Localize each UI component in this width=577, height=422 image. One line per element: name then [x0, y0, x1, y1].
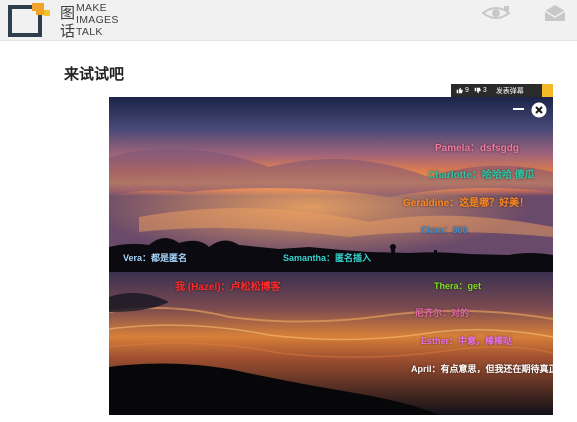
logo-line-make: MAKE: [76, 2, 107, 14]
logo-glyph-tu: 图: [60, 4, 75, 22]
danmaku-esther: Esther：中意，棒棒哒: [421, 336, 513, 346]
page-title: 来试试吧: [64, 66, 125, 83]
eye-icon[interactable]: [481, 3, 511, 23]
site-header: 图 话 MAKE IMAGES TALK: [0, 0, 577, 41]
danmaku-vera: Vera：都是匿名: [123, 253, 188, 263]
thumbs-up-icon: [456, 87, 463, 94]
minimize-button[interactable]: [513, 108, 524, 110]
danmaku-pamela: Pamela：dsfsgdg: [435, 143, 519, 154]
envelope-icon[interactable]: [540, 3, 570, 23]
danmaku-toolbar: 9 3 发表弹幕: [451, 84, 553, 97]
close-icon[interactable]: [531, 102, 547, 118]
dislike-count: 3: [482, 87, 487, 94]
danmaku-hazel: 我 (Hazel)：卢松松博客: [175, 282, 281, 293]
danmaku-charlotte: Charlotte：哈哈哈 傻瓜: [428, 170, 535, 181]
post-danmaku-button[interactable]: 发表弹幕: [496, 86, 524, 96]
danmaku-thera: Thera：get: [434, 281, 482, 291]
logo-line-images: IMAGES: [76, 14, 119, 26]
danmaku-image-viewer[interactable]: Pamela：dsfsgdg Charlotte：哈哈哈 傻瓜 Geraldin…: [109, 97, 553, 415]
danmaku-geraldine: Geraldine：这是哪？好美！: [403, 198, 530, 209]
danmaku-samantha: Samantha：匿名插入: [283, 253, 372, 263]
danmaku-april: April：有点意思，但我还在期待真正: [411, 364, 553, 374]
logo-line-talk: TALK: [76, 26, 103, 38]
like-count: 9: [465, 87, 469, 94]
dislike-button[interactable]: 3: [474, 87, 487, 94]
logo-glyph-hua: 话: [60, 22, 75, 39]
danmaku-clara: Clara：666: [421, 225, 468, 235]
logo-wordmark: MAKE IMAGES TALK: [76, 2, 119, 38]
like-button[interactable]: 9: [456, 87, 469, 94]
thumbs-down-icon: [474, 87, 481, 94]
danmaku-nizi: 尼齐尔：对的: [415, 308, 470, 318]
user-avatar[interactable]: [542, 84, 553, 97]
